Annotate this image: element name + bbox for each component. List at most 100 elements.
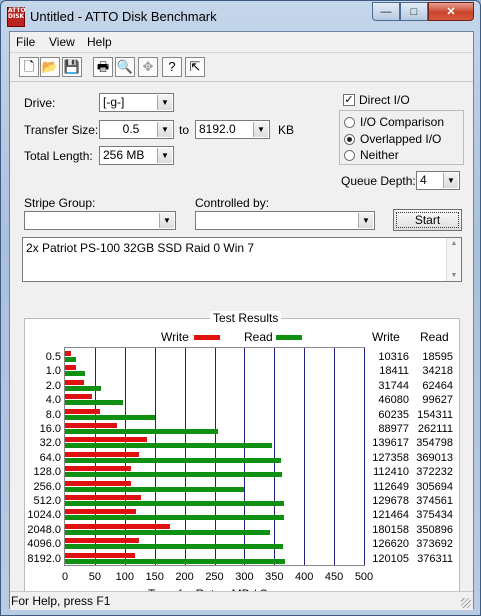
move-icon[interactable]: ✥ <box>138 57 158 77</box>
write-value: 60235 <box>378 408 409 421</box>
write-value: 121464 <box>372 509 409 522</box>
read-bar <box>65 544 284 550</box>
transfer-size-label: Transfer Size: <box>24 123 99 137</box>
direct-io-checkbox[interactable]: ✓ <box>343 94 355 106</box>
write-bar <box>65 379 84 385</box>
y-tick-label: 32.0 <box>39 437 61 450</box>
scroll-down-arrow-icon[interactable]: ▼ <box>447 272 461 279</box>
read-value: 18595 <box>422 351 453 363</box>
read-bar <box>65 414 156 420</box>
menu-bar: File View Help <box>10 32 473 53</box>
x-tick-label: 100 <box>115 571 134 583</box>
menu-view[interactable]: View <box>49 35 75 49</box>
stripe-group-select[interactable]: ▼ <box>24 211 176 230</box>
total-length-label: Total Length: <box>24 149 93 163</box>
open-icon[interactable]: 📂 <box>40 57 60 77</box>
transfer-size-from-select[interactable]: 0.5 ▼ <box>99 120 174 139</box>
write-value: 46080 <box>378 394 409 407</box>
chevron-down-icon[interactable]: ▼ <box>159 213 174 228</box>
x-tick-label: 450 <box>324 571 344 583</box>
direct-io-label[interactable]: Direct I/O <box>359 93 410 107</box>
menu-file[interactable]: File <box>16 35 35 49</box>
write-bar <box>65 394 92 400</box>
description-scrollbar[interactable]: ▲ ▼ <box>446 238 461 281</box>
y-tick-label: 8.0 <box>45 408 61 421</box>
write-bar <box>65 365 76 371</box>
neither-label[interactable]: Neither <box>360 148 399 162</box>
y-tick-label: 64.0 <box>39 451 61 464</box>
close-button[interactable]: ✕ <box>428 2 474 21</box>
read-bar <box>65 357 76 362</box>
chevron-down-icon[interactable]: ▼ <box>157 148 172 163</box>
minimize-button[interactable]: — <box>372 2 400 21</box>
write-value: 112410 <box>373 466 409 479</box>
y-tick-label: 4096.0 <box>27 538 61 551</box>
queue-depth-value: 4 <box>420 173 427 187</box>
controlled-by-select[interactable]: ▼ <box>195 211 375 230</box>
y-tick-label: 16.0 <box>39 423 61 435</box>
x-tick-label: 350 <box>265 571 284 583</box>
read-value: 372232 <box>416 466 453 479</box>
read-bar <box>65 400 124 406</box>
overlapped-io-radio[interactable] <box>344 134 355 145</box>
resize-grip-icon[interactable] <box>461 598 471 608</box>
window-title: Untitled - ATTO Disk Benchmark <box>30 9 217 24</box>
read-value: 305694 <box>416 480 453 493</box>
scroll-up-arrow-icon[interactable]: ▲ <box>447 240 461 247</box>
print-preview-icon[interactable]: 🔍 <box>115 57 135 77</box>
read-value: 369013 <box>416 451 453 464</box>
chevron-down-icon[interactable]: ▼ <box>157 95 172 110</box>
queue-depth-label: Queue Depth: <box>341 174 416 188</box>
drive-value: [-g-] <box>103 95 125 109</box>
read-bar <box>65 486 244 492</box>
y-tick-label: 1024.0 <box>27 509 61 522</box>
atto-app-icon[interactable]: ATTO DISK <box>7 7 26 27</box>
neither-radio[interactable] <box>344 150 355 161</box>
transfer-size-to-select[interactable]: 8192.0 ▼ <box>195 120 270 139</box>
status-bar: For Help, press F1 <box>10 591 473 610</box>
menu-help[interactable]: Help <box>87 35 112 49</box>
y-tick-label: 512.0 <box>33 495 61 507</box>
stripe-group-label: Stripe Group: <box>24 196 96 210</box>
write-bar <box>65 466 131 472</box>
gridline <box>334 348 336 565</box>
write-bar <box>65 523 171 529</box>
write-bar <box>65 351 72 356</box>
y-tick-label: 128.0 <box>33 466 61 479</box>
read-value: 350896 <box>416 523 453 536</box>
title-bar[interactable]: ATTO DISK Untitled - ATTO Disk Benchmark… <box>1 1 480 31</box>
y-tick-label: 4.0 <box>45 394 61 407</box>
x-tick-label: 250 <box>205 571 224 583</box>
description-textarea[interactable]: 2x Patriot PS-100 32GB SSD Raid 0 Win 7 … <box>22 237 462 282</box>
transfer-size-from-value: 0.5 <box>122 122 140 136</box>
chevron-down-icon[interactable]: ▼ <box>443 173 458 188</box>
start-button[interactable]: Start <box>393 209 462 231</box>
save-icon[interactable]: 💾 <box>62 57 82 77</box>
maximize-button[interactable]: □ <box>400 2 428 21</box>
gridline <box>274 348 276 565</box>
legend-write-swatch <box>194 335 220 340</box>
total-length-select[interactable]: 256 MB ▼ <box>99 146 174 165</box>
y-tick-label: 2048.0 <box>27 523 61 536</box>
context-help-icon[interactable]: ⇱ <box>185 57 205 77</box>
read-bar <box>65 371 85 377</box>
write-bar <box>65 451 140 457</box>
write-bar <box>65 538 139 544</box>
queue-depth-select[interactable]: 4 ▼ <box>416 171 460 190</box>
read-value: 375434 <box>416 509 453 522</box>
test-results-group: Test Results Write Read Write Read 0.5 10… <box>24 311 460 601</box>
overlapped-io-label[interactable]: Overlapped I/O <box>360 132 441 146</box>
drive-select[interactable]: [-g-] ▼ <box>99 93 174 112</box>
chevron-down-icon[interactable]: ▼ <box>358 213 373 228</box>
help-icon[interactable]: ? <box>162 57 182 77</box>
write-bar <box>65 437 147 443</box>
chevron-down-icon[interactable]: ▼ <box>157 122 172 137</box>
chevron-down-icon[interactable]: ▼ <box>253 122 268 137</box>
io-comparison-label[interactable]: I/O Comparison <box>360 115 444 129</box>
read-bar <box>65 529 270 535</box>
new-icon[interactable]: 🗋 <box>19 57 39 77</box>
description-text: 2x Patriot PS-100 32GB SSD Raid 0 Win 7 <box>26 241 255 255</box>
print-icon[interactable]: 🖶 <box>93 57 113 77</box>
write-bar <box>65 408 101 414</box>
io-comparison-radio[interactable] <box>344 117 355 128</box>
